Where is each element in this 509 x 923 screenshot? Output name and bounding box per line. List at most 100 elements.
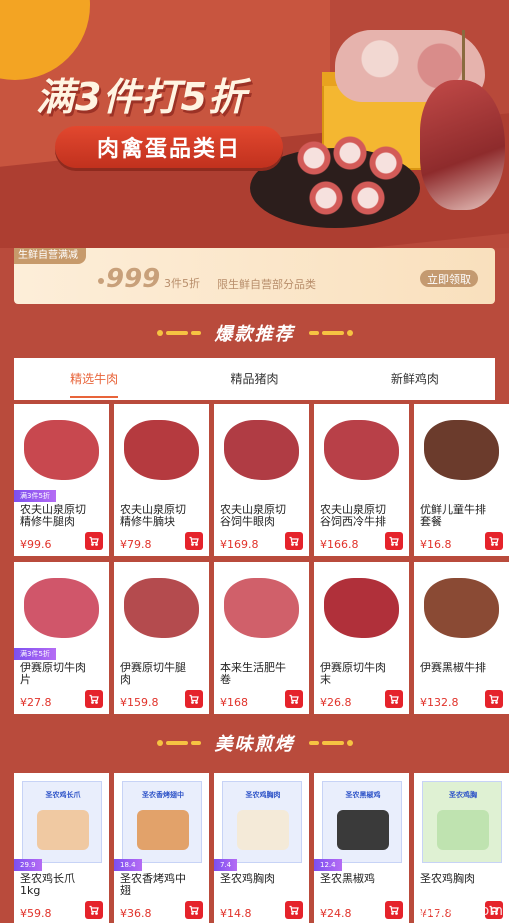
product-name[interactable]: 圣农黑椒鸡 xyxy=(320,873,388,897)
product-name[interactable]: 农夫山泉原切精修牛腿肉 xyxy=(20,504,88,528)
add-to-cart-button[interactable] xyxy=(385,690,403,708)
hot-product-grid: 满3件5折 农夫山泉原切精修牛腿肉 ¥99.6 农夫山泉原切精修牛腩块 ¥79.8 农夫山… xyxy=(14,404,509,714)
product-price: ¥132.8 xyxy=(420,696,459,709)
product-card[interactable]: 伊赛原切牛腿肉 ¥159.8 xyxy=(114,562,209,714)
product-card[interactable]: 圣农香烤翅中 18.4 圣农香烤鸡中翅 ¥36.8 xyxy=(114,773,209,923)
product-name[interactable]: 伊赛原切牛腿肉 xyxy=(120,662,188,686)
product-name[interactable]: 优鲜儿童牛排套餐 xyxy=(420,504,488,528)
product-card[interactable]: 优鲜儿童牛排套餐 ¥16.8 xyxy=(414,404,509,556)
product-image[interactable] xyxy=(214,404,309,499)
product-card[interactable]: 农夫山泉原切谷饲牛眼肉 ¥169.8 xyxy=(214,404,309,556)
product-image[interactable] xyxy=(114,404,209,499)
product-image[interactable] xyxy=(314,404,409,499)
product-card[interactable]: 满3件5折 农夫山泉原切精修牛腿肉 ¥99.6 xyxy=(14,404,109,556)
product-image[interactable] xyxy=(14,562,109,657)
product-price: ¥27.8 xyxy=(20,696,52,709)
add-to-cart-button[interactable] xyxy=(85,690,103,708)
product-package: 圣农香烤翅中 xyxy=(122,781,202,863)
product-price: ¥159.8 xyxy=(120,696,159,709)
add-to-cart-button[interactable] xyxy=(185,901,203,919)
product-price: ¥168 xyxy=(220,696,248,709)
promo-banner[interactable]: 满3件打5折 肉禽蛋品类日 xyxy=(0,0,509,248)
product-name[interactable]: 圣农鸡胸肉 xyxy=(420,873,488,897)
promo-title: 满3件打5折 xyxy=(36,75,247,119)
product-name[interactable]: 伊赛黑椒牛排 xyxy=(420,662,488,686)
product-image[interactable]: 圣农鸡长爪 xyxy=(14,773,109,868)
product-name[interactable]: 伊赛原切牛肉片 xyxy=(20,662,88,686)
product-card[interactable]: 圣农鸡胸 圣农鸡胸肉 ¥17.8 xyxy=(414,773,509,923)
product-image[interactable] xyxy=(14,404,109,499)
tab-beef[interactable]: 精选牛肉 xyxy=(14,358,174,400)
hanging-meat-image xyxy=(420,80,505,210)
coupon-card[interactable]: 生鲜自营满减 999 3件5折 限生鲜自营部分品类 立即领取 xyxy=(14,248,495,304)
product-photo xyxy=(124,578,199,638)
product-name[interactable]: 本来生活肥牛卷 xyxy=(220,662,288,686)
add-to-cart-button[interactable] xyxy=(285,690,303,708)
package-brand: 圣农香烤翅中 xyxy=(142,791,184,799)
cart-icon xyxy=(388,532,400,551)
add-to-cart-button[interactable] xyxy=(285,532,303,550)
add-to-cart-button[interactable] xyxy=(185,532,203,550)
add-to-cart-button[interactable] xyxy=(185,690,203,708)
product-name[interactable]: 圣农鸡胸肉 xyxy=(220,873,288,897)
product-name[interactable]: 伊赛原切牛肉末 xyxy=(320,662,388,686)
promo-badge: 7.4 xyxy=(214,859,238,871)
promo-subtitle: 肉禽蛋品类日 xyxy=(55,126,283,168)
product-photo xyxy=(24,578,99,638)
section-title: 美味煎烤 xyxy=(214,734,295,755)
product-name[interactable]: 圣农鸡长爪1kg xyxy=(20,873,88,897)
product-card[interactable]: 伊赛原切牛肉末 ¥26.8 xyxy=(314,562,409,714)
product-card[interactable]: 本来生活肥牛卷 ¥168 xyxy=(214,562,309,714)
product-image[interactable]: 圣农黑椒鸡 xyxy=(314,773,409,868)
product-card[interactable]: 农夫山泉原切谷饲西冷牛排 ¥166.8 xyxy=(314,404,409,556)
category-tabs: 精选牛肉 精品猪肉 新鲜鸡肉 xyxy=(14,358,495,400)
cart-icon xyxy=(188,901,200,920)
product-image[interactable] xyxy=(414,404,509,499)
add-to-cart-button[interactable] xyxy=(385,901,403,919)
product-card[interactable]: 圣农鸡胸肉 7.4 圣农鸡胸肉 ¥14.8 xyxy=(214,773,309,923)
left-deco-icon xyxy=(156,330,201,336)
product-name[interactable]: 农夫山泉原切谷饲牛眼肉 xyxy=(220,504,288,528)
product-image[interactable] xyxy=(214,562,309,657)
cart-icon xyxy=(288,690,300,709)
product-image[interactable] xyxy=(414,562,509,657)
package-brand: 圣农鸡胸 xyxy=(449,791,477,799)
coupon-condition: 3件5折 xyxy=(164,277,200,290)
product-name[interactable]: 农夫山泉原切精修牛腩块 xyxy=(120,504,188,528)
product-price: ¥169.8 xyxy=(220,538,259,551)
product-card[interactable]: 伊赛黑椒牛排 ¥132.8 xyxy=(414,562,509,714)
product-image[interactable] xyxy=(314,562,409,657)
package-window xyxy=(37,810,89,850)
tab-pork[interactable]: 精品猪肉 xyxy=(174,358,334,400)
product-card[interactable]: 圣农黑椒鸡 12.4 圣农黑椒鸡 ¥24.8 xyxy=(314,773,409,923)
product-price: ¥26.8 xyxy=(320,696,352,709)
product-image[interactable]: 圣农香烤翅中 xyxy=(114,773,209,868)
product-name[interactable]: 圣农香烤鸡中翅 xyxy=(120,873,188,897)
product-image[interactable] xyxy=(114,562,209,657)
add-to-cart-button[interactable] xyxy=(85,532,103,550)
product-image[interactable]: 圣农鸡胸 xyxy=(414,773,509,868)
grill-product-grid: 圣农鸡长爪 29.9 圣农鸡长爪1kg ¥59.8 圣农香烤翅中 18.4 圣农香烤鸡中翅 ¥… xyxy=(14,773,509,923)
add-to-cart-button[interactable] xyxy=(85,901,103,919)
add-to-cart-button[interactable] xyxy=(385,532,403,550)
package-window xyxy=(237,810,289,850)
product-card[interactable]: 农夫山泉原切精修牛腩块 ¥79.8 xyxy=(114,404,209,556)
product-name[interactable]: 农夫山泉原切谷饲西冷牛排 xyxy=(320,504,388,528)
package-brand: 圣农鸡胸肉 xyxy=(245,791,281,799)
product-photo xyxy=(224,578,299,638)
product-price: ¥36.8 xyxy=(120,907,152,920)
product-card[interactable]: 圣农鸡长爪 29.9 圣农鸡长爪1kg ¥59.8 xyxy=(14,773,109,923)
cart-icon xyxy=(88,532,100,551)
claim-coupon-button[interactable]: 立即领取 xyxy=(420,270,478,287)
watermark: quanqu.com xyxy=(415,903,503,919)
add-to-cart-button[interactable] xyxy=(485,690,503,708)
cart-icon xyxy=(488,532,500,551)
product-card[interactable]: 满3件5折 伊赛原切牛肉片 ¥27.8 xyxy=(14,562,109,714)
add-to-cart-button[interactable] xyxy=(285,901,303,919)
product-image[interactable]: 圣农鸡胸肉 xyxy=(214,773,309,868)
product-price: ¥14.8 xyxy=(220,907,252,920)
coupon-description: 限生鲜自营部分品类 xyxy=(217,278,316,291)
tab-chicken[interactable]: 新鲜鸡肉 xyxy=(335,358,495,400)
add-to-cart-button[interactable] xyxy=(485,532,503,550)
promo-badge: 12.4 xyxy=(314,859,342,871)
